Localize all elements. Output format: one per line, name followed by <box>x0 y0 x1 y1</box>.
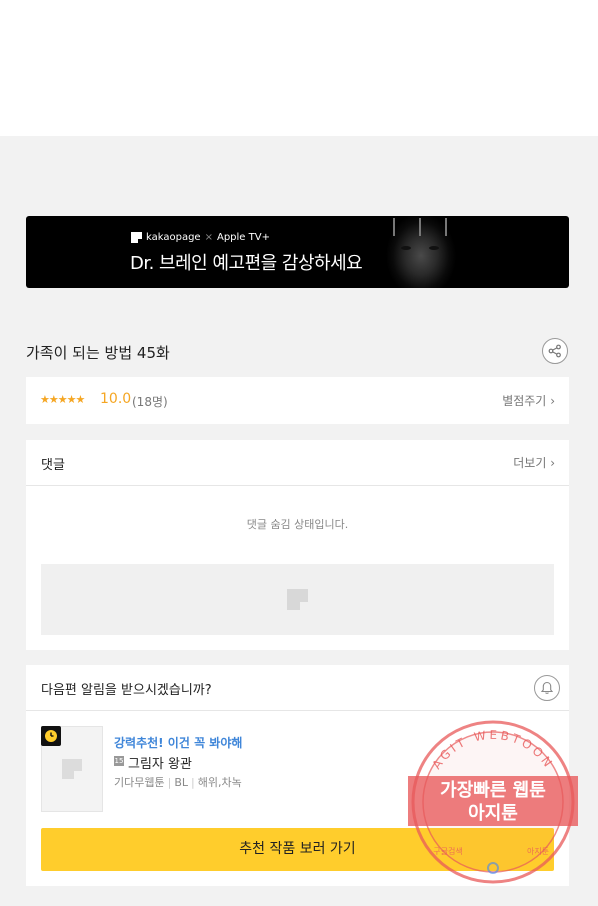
banner-partner: Apple TV+ <box>216 232 270 243</box>
rating-card: ★★★★★ 10.0 (18명) 별점주기 › <box>26 377 569 424</box>
placeholder-logo-icon <box>62 759 82 779</box>
share-icon <box>548 344 561 358</box>
banner-character-image <box>371 216 471 288</box>
placeholder-logo-icon <box>287 589 308 610</box>
age-rating-badge: 15 <box>114 756 124 766</box>
notify-bell-button[interactable] <box>534 675 560 701</box>
more-label: 더보기 <box>513 456 547 470</box>
episode-title: 가족이 되는 방법 45화 <box>26 344 170 362</box>
more-comments-button[interactable]: 더보기 › <box>513 454 555 471</box>
rating-count: (18명) <box>132 395 168 409</box>
banner-headline: Dr. 브레인 예고편을 감상하세요 <box>130 253 363 274</box>
rate-button[interactable]: 별점주기 › <box>502 392 555 409</box>
banner-brandline: kakaopage × Apple TV+ <box>131 232 270 243</box>
watermark-small-left: 구글검색 <box>433 846 462 856</box>
recommend-label: 강력추천! 이건 꼭 봐야해 <box>114 736 243 750</box>
meta-authors: 해위,차녹 <box>197 776 242 789</box>
chevron-right-icon: › <box>550 456 555 470</box>
meta-category: 기다무웹툰 <box>114 776 165 789</box>
recommend-work-title[interactable]: 그림자 왕관 <box>128 753 192 772</box>
comment-title: 댓글 <box>41 458 65 473</box>
banner-brand: kakaopage <box>146 232 201 243</box>
watermark-line2: 아지툰 <box>468 803 518 824</box>
clock-icon <box>41 726 61 746</box>
rate-label: 별점주기 <box>502 394 547 408</box>
banner-times: × <box>204 232 213 243</box>
notify-header: 다음편 알림을 받으시겠습니까? <box>26 665 569 711</box>
watermark-small-right: 아지툰 <box>527 846 549 856</box>
ad-placeholder[interactable] <box>41 564 554 635</box>
share-button[interactable] <box>542 338 568 364</box>
watermark-stamp: AGIT WEBTOON 가장빠른 웹툰 아지툰 구글검색 아지툰 <box>408 720 578 884</box>
comment-card: 댓글 더보기 › 댓글 숨김 상태입니다. <box>26 440 569 650</box>
top-blank-area <box>0 0 598 136</box>
watermark-line1: 가장빠른 웹툰 <box>440 780 546 801</box>
comments-hidden-message: 댓글 숨김 상태입니다. <box>246 518 349 531</box>
comment-header: 댓글 더보기 › <box>26 440 569 486</box>
bell-icon <box>540 681 554 694</box>
kakaopage-logo-icon <box>131 232 142 243</box>
meta-genre: BL <box>174 776 189 789</box>
rating-score: 10.0 <box>100 391 132 407</box>
chevron-right-icon: › <box>550 394 555 408</box>
rating-stars: ★★★★★ <box>40 393 85 406</box>
notify-question: 다음편 알림을 받으시겠습니까? <box>41 683 212 698</box>
recommend-meta: 기다무웹툰 | BL | 해위,차녹 <box>114 776 242 789</box>
promo-banner[interactable]: kakaopage × Apple TV+ Dr. 브레인 예고편을 감상하세요 <box>26 216 569 288</box>
